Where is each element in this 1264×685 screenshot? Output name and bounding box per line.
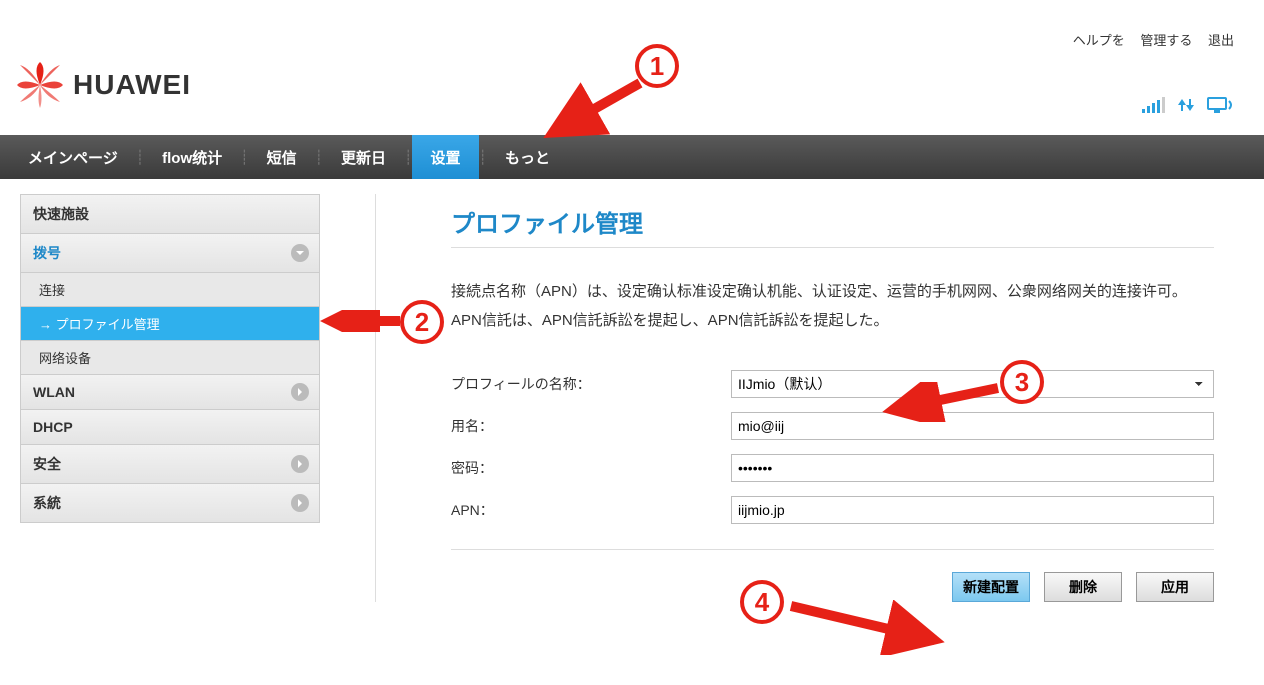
- nav-settings[interactable]: 设置: [412, 135, 478, 179]
- chevron-down-icon: [291, 244, 309, 262]
- sidebar-item-wlan[interactable]: WLAN: [20, 375, 320, 410]
- sidebar-item-label: WLAN: [33, 384, 75, 400]
- sidebar-item-label: 拨号: [33, 245, 61, 261]
- nav-update[interactable]: 更新日: [323, 135, 404, 179]
- sidebar-item-label: DHCP: [33, 419, 73, 435]
- sidebar-item-label: 快速施設: [33, 206, 89, 222]
- delete-button[interactable]: 删除: [1044, 572, 1122, 602]
- password-label: 密码：: [451, 458, 731, 478]
- profile-name-select[interactable]: IIJmio（默认）: [731, 370, 1214, 398]
- sidebar-item-label: 安全: [33, 456, 61, 472]
- page-description: 接続点名称（APN）は、设定确认标准设定确认机能、认证设定、运营的手机网网、公衆…: [451, 278, 1214, 335]
- sidebar-item-dhcp[interactable]: DHCP: [20, 410, 320, 445]
- monitor-icon: [1206, 95, 1234, 115]
- sidebar-item-system[interactable]: 系統: [20, 484, 320, 523]
- nav-mainpage[interactable]: メインページ: [10, 135, 136, 179]
- sidebar-item-security[interactable]: 安全: [20, 445, 320, 484]
- sidebar-sub-network-device[interactable]: 网络设备: [20, 341, 320, 375]
- apply-button[interactable]: 应用: [1136, 572, 1214, 602]
- sidebar-item-dialup[interactable]: 拨号: [20, 234, 320, 273]
- huawei-petals-icon: [15, 60, 65, 110]
- apn-input[interactable]: [731, 496, 1214, 524]
- password-input[interactable]: [731, 454, 1214, 482]
- updown-arrows-icon: [1176, 95, 1196, 115]
- manage-link[interactable]: 管理する: [1140, 33, 1192, 48]
- nav-more[interactable]: もっと: [487, 135, 568, 179]
- main-nav: メインページ┊ flow统计┊ 短信┊ 更新日┊ 设置┊ もっと: [0, 135, 1264, 179]
- username-input[interactable]: [731, 412, 1214, 440]
- sidebar: 快速施設 拨号 连接 プロファイル管理 网络设备 WLAN DHCP 安全 系統: [20, 194, 320, 602]
- help-link[interactable]: ヘルプを: [1073, 33, 1125, 48]
- sidebar-item-quicksetup[interactable]: 快速施設: [20, 194, 320, 234]
- sidebar-sub-profile-mgmt[interactable]: プロファイル管理: [20, 307, 320, 341]
- chevron-right-icon: [291, 455, 309, 473]
- apn-label: APN：: [451, 500, 731, 520]
- sidebar-item-label: 系統: [33, 495, 61, 511]
- brand-text: HUAWEI: [73, 69, 191, 101]
- signal-icon: [1142, 95, 1166, 115]
- chevron-right-icon: [291, 383, 309, 401]
- page-title: プロファイル管理: [451, 204, 1214, 248]
- chevron-right-icon: [291, 494, 309, 512]
- sidebar-sub-connection[interactable]: 连接: [20, 273, 320, 307]
- nav-flowstats[interactable]: flow统计: [144, 135, 240, 179]
- brand-logo: HUAWEI: [15, 60, 191, 110]
- new-config-button[interactable]: 新建配置: [952, 572, 1030, 602]
- profile-name-label: プロフィールの名称：: [451, 374, 731, 394]
- nav-sms[interactable]: 短信: [249, 135, 315, 179]
- username-label: 用名：: [451, 416, 731, 436]
- logout-link[interactable]: 退出: [1208, 33, 1234, 48]
